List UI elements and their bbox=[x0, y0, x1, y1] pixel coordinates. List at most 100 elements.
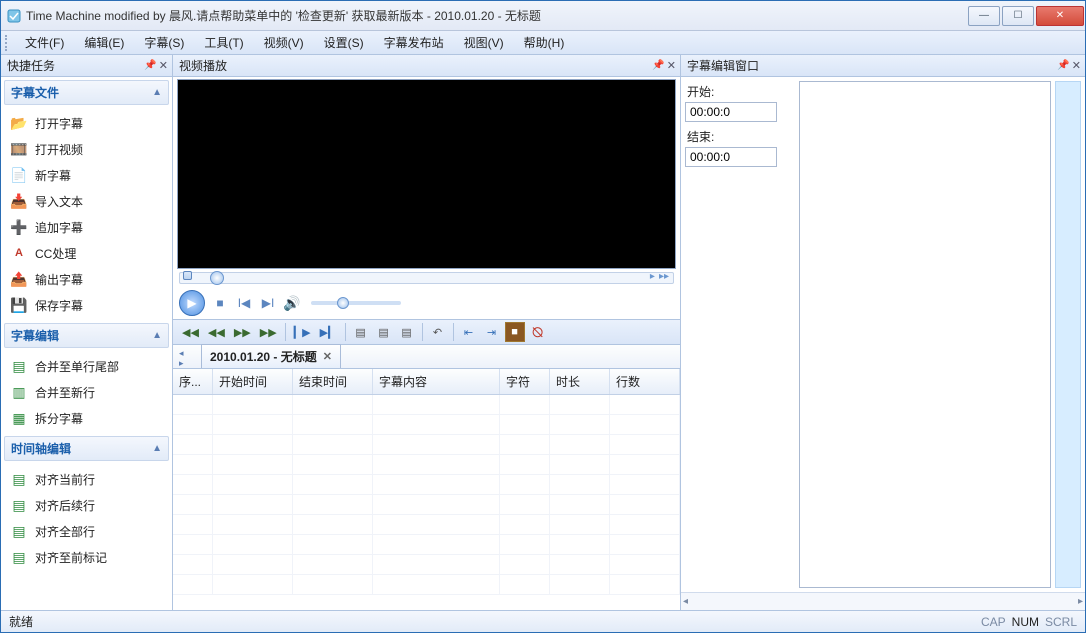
tb-undo[interactable]: ↶ bbox=[428, 322, 448, 342]
save-icon: 💾 bbox=[9, 296, 29, 314]
task-open-video[interactable]: 🎞️打开视频 bbox=[1, 136, 172, 162]
video-panel-title: 视频播放 bbox=[179, 57, 227, 74]
tb-insert-before[interactable]: ⇤ bbox=[459, 322, 479, 342]
app-window: Time Machine modified by 晨风.请点帮助菜单中的 '检查… bbox=[0, 0, 1086, 633]
task-append-subtitle[interactable]: ➕追加字幕 bbox=[1, 214, 172, 240]
tb-delete-row[interactable]: ■ bbox=[505, 322, 525, 342]
quick-tasks-panel: 快捷任务 📌 ✕ 字幕文件 ▲ 📂打开字幕 🎞️打开视频 📄新字幕 📥导入文本 … bbox=[1, 55, 173, 610]
prev-button[interactable]: I◀ bbox=[235, 296, 253, 310]
menu-subtitle[interactable]: 字幕(S) bbox=[134, 31, 194, 54]
tb-forward[interactable]: ▶▶ bbox=[231, 322, 254, 342]
video-display[interactable] bbox=[177, 79, 676, 269]
end-time-input[interactable] bbox=[685, 147, 777, 167]
tb-rewind[interactable]: ◀◀ bbox=[205, 322, 228, 342]
seek-bar[interactable]: ▸▸▸ bbox=[179, 272, 674, 284]
col-end[interactable]: 结束时间 bbox=[293, 369, 373, 394]
editor-panel-title: 字幕编辑窗口 bbox=[687, 57, 759, 74]
seek-next-icon[interactable]: ▸ bbox=[650, 271, 655, 282]
tb-align-1[interactable]: ▤ bbox=[351, 322, 371, 342]
tb-clear[interactable]: ⦰ bbox=[528, 322, 548, 342]
folder-icon: 📂 bbox=[9, 114, 29, 132]
tb-forward-fast[interactable]: ▶▶ bbox=[257, 322, 280, 342]
col-content[interactable]: 字幕内容 bbox=[373, 369, 500, 394]
menu-video[interactable]: 视频(V) bbox=[254, 31, 314, 54]
section-subtitle-edit[interactable]: 字幕编辑 ▲ bbox=[4, 323, 169, 348]
center-column: 视频播放 📌 ✕ ▸▸▸ ▶ ■ I◀ ▶I 🔊 bbox=[173, 55, 680, 610]
task-label: 追加字幕 bbox=[35, 219, 83, 236]
chevron-up-icon: ▲ bbox=[152, 87, 162, 98]
menu-edit[interactable]: 编辑(E) bbox=[74, 31, 134, 54]
align-icon: ▤ bbox=[9, 470, 29, 488]
tab-nav-left-icon[interactable]: ◂ bbox=[179, 348, 184, 358]
col-duration[interactable]: 时长 bbox=[550, 369, 610, 394]
start-time-input[interactable] bbox=[685, 102, 777, 122]
seek-end-icon[interactable]: ▸▸ bbox=[659, 271, 669, 282]
task-cc-process[interactable]: ACC处理 bbox=[1, 240, 172, 266]
tb-align-3[interactable]: ▤ bbox=[397, 322, 417, 342]
volume-icon[interactable]: 🔊 bbox=[283, 295, 301, 312]
menu-file[interactable]: 文件(F) bbox=[15, 31, 74, 54]
task-align-current[interactable]: ▤对齐当前行 bbox=[1, 466, 172, 492]
merge-newline-icon: ▥ bbox=[9, 383, 29, 401]
section-label: 时间轴编辑 bbox=[11, 440, 71, 457]
task-align-marker[interactable]: ▤对齐至前标记 bbox=[1, 544, 172, 570]
col-chars[interactable]: 字符 bbox=[500, 369, 550, 394]
section-subtitle-files[interactable]: 字幕文件 ▲ bbox=[4, 80, 169, 105]
pin-icon[interactable]: 📌 bbox=[652, 60, 664, 71]
seek-start-icon[interactable] bbox=[183, 271, 192, 280]
task-align-after[interactable]: ▤对齐后续行 bbox=[1, 492, 172, 518]
task-merge-tail[interactable]: ▤合并至单行尾部 bbox=[1, 353, 172, 379]
task-export-subtitle[interactable]: 📤输出字幕 bbox=[1, 266, 172, 292]
panel-close-icon[interactable]: ✕ bbox=[159, 59, 168, 72]
menu-settings[interactable]: 设置(S) bbox=[314, 31, 374, 54]
maximize-button[interactable]: ☐ bbox=[1002, 6, 1034, 26]
time-inputs: 开始: 结束: bbox=[685, 81, 795, 588]
col-index[interactable]: 序... bbox=[173, 369, 213, 394]
editor-panel: 字幕编辑窗口 📌 ✕ 开始: 结束: ◂▸ bbox=[680, 55, 1085, 610]
next-button[interactable]: ▶I bbox=[259, 296, 277, 310]
task-new-subtitle[interactable]: 📄新字幕 bbox=[1, 162, 172, 188]
menu-tools[interactable]: 工具(T) bbox=[194, 31, 253, 54]
tb-align-2[interactable]: ▤ bbox=[374, 322, 394, 342]
volume-knob[interactable] bbox=[337, 297, 349, 309]
pin-icon[interactable]: 📌 bbox=[144, 60, 156, 71]
tab-close-icon[interactable]: ✕ bbox=[323, 350, 332, 363]
task-align-all[interactable]: ▤对齐全部行 bbox=[1, 518, 172, 544]
document-tab[interactable]: 2010.01.20 - 无标题 ✕ bbox=[201, 344, 341, 368]
section-timeline-edit[interactable]: 时间轴编辑 ▲ bbox=[4, 436, 169, 461]
tb-rewind-fast[interactable]: ◀◀ bbox=[179, 322, 202, 342]
panel-close-icon[interactable]: ✕ bbox=[667, 59, 676, 72]
play-button[interactable]: ▶ bbox=[179, 290, 205, 316]
volume-slider[interactable] bbox=[311, 301, 401, 305]
tab-nav-right-icon[interactable]: ▸ bbox=[179, 358, 184, 368]
export-icon: 📤 bbox=[9, 270, 29, 288]
grid-body[interactable] bbox=[173, 395, 680, 610]
subtitle-text-editor[interactable] bbox=[799, 81, 1051, 588]
task-import-text[interactable]: 📥导入文本 bbox=[1, 188, 172, 214]
task-save-subtitle[interactable]: 💾保存字幕 bbox=[1, 292, 172, 318]
task-merge-newline[interactable]: ▥合并至新行 bbox=[1, 379, 172, 405]
task-label: 打开视频 bbox=[35, 141, 83, 158]
player-controls: ▶ ■ I◀ ▶I 🔊 bbox=[179, 289, 674, 317]
minimize-button[interactable]: — bbox=[968, 6, 1000, 26]
task-split[interactable]: ▦拆分字幕 bbox=[1, 405, 172, 431]
import-icon: 📥 bbox=[9, 192, 29, 210]
panel-close-icon[interactable]: ✕ bbox=[1072, 59, 1081, 72]
tb-mark-out[interactable]: ▶▎ bbox=[317, 322, 340, 342]
seek-knob[interactable] bbox=[210, 271, 224, 285]
stop-button[interactable]: ■ bbox=[211, 296, 229, 310]
menu-view[interactable]: 视图(V) bbox=[454, 31, 514, 54]
col-start[interactable]: 开始时间 bbox=[213, 369, 293, 394]
close-button[interactable]: ✕ bbox=[1036, 6, 1084, 26]
editor-sidebar[interactable] bbox=[1055, 81, 1081, 588]
editor-scrollbar[interactable]: ◂▸ bbox=[681, 592, 1085, 610]
menu-help[interactable]: 帮助(H) bbox=[514, 31, 575, 54]
task-open-subtitle[interactable]: 📂打开字幕 bbox=[1, 110, 172, 136]
col-lines[interactable]: 行数 bbox=[610, 369, 680, 394]
tb-insert-after[interactable]: ⇥ bbox=[482, 322, 502, 342]
align-all-icon: ▤ bbox=[9, 522, 29, 540]
tb-mark-in[interactable]: ▎▶ bbox=[291, 322, 314, 342]
statusbar: 就绪 CAP NUM SCRL bbox=[1, 610, 1085, 632]
pin-icon[interactable]: 📌 bbox=[1057, 60, 1069, 71]
menu-publish[interactable]: 字幕发布站 bbox=[374, 31, 454, 54]
